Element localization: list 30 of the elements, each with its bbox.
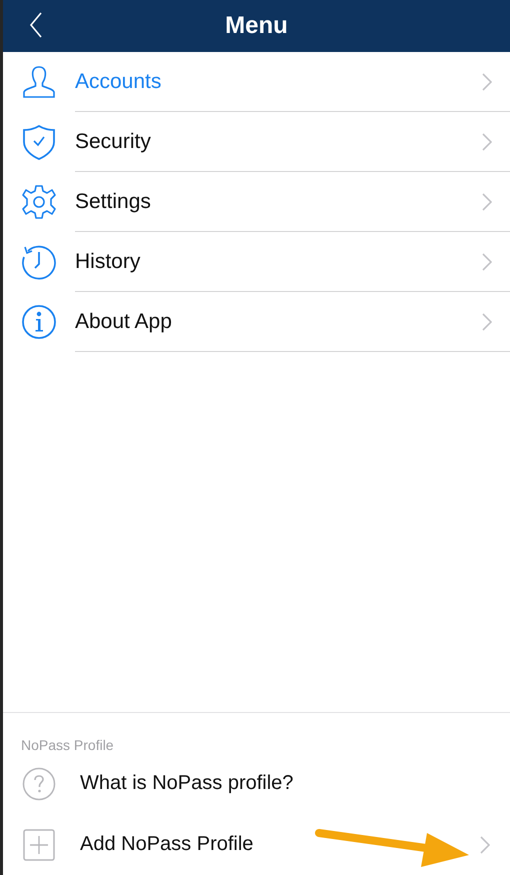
chevron-icon [482, 252, 492, 270]
menu-label: Security [75, 130, 151, 154]
history-clock-icon [21, 244, 57, 280]
profile-label: What is NoPass profile? [80, 772, 294, 795]
help-icon [22, 766, 56, 800]
profile-label: Add NoPass Profile [80, 833, 254, 856]
back-icon [29, 12, 43, 38]
profile-item[interactable]: What is NoPass profile? [3, 753, 510, 814]
menu-item[interactable]: History [3, 232, 510, 292]
menu-label: Accounts [75, 70, 162, 94]
chevron-icon [482, 72, 492, 90]
person-icon [22, 65, 56, 99]
screen-title: Menu [225, 12, 288, 40]
chevron-icon [482, 132, 492, 150]
menu-item[interactable]: About App [3, 292, 510, 352]
info-icon [21, 304, 57, 340]
shield-check-icon [22, 124, 56, 160]
chevron-icon [482, 312, 492, 330]
section-heading: NoPass Profile [21, 737, 115, 753]
settings-icon [21, 184, 57, 220]
chevron-icon [482, 192, 492, 210]
chevron-icon [480, 836, 490, 854]
menu-item[interactable]: Security [3, 112, 510, 172]
menu-label: History [75, 250, 140, 274]
menu-label: Settings [75, 190, 151, 214]
profile-item[interactable]: Add NoPass Profile [3, 814, 510, 875]
menu-label: About App [75, 310, 172, 334]
menu-item[interactable]: Settings [3, 172, 510, 232]
menu-item[interactable]: Accounts [3, 52, 510, 112]
add-icon [23, 828, 55, 860]
